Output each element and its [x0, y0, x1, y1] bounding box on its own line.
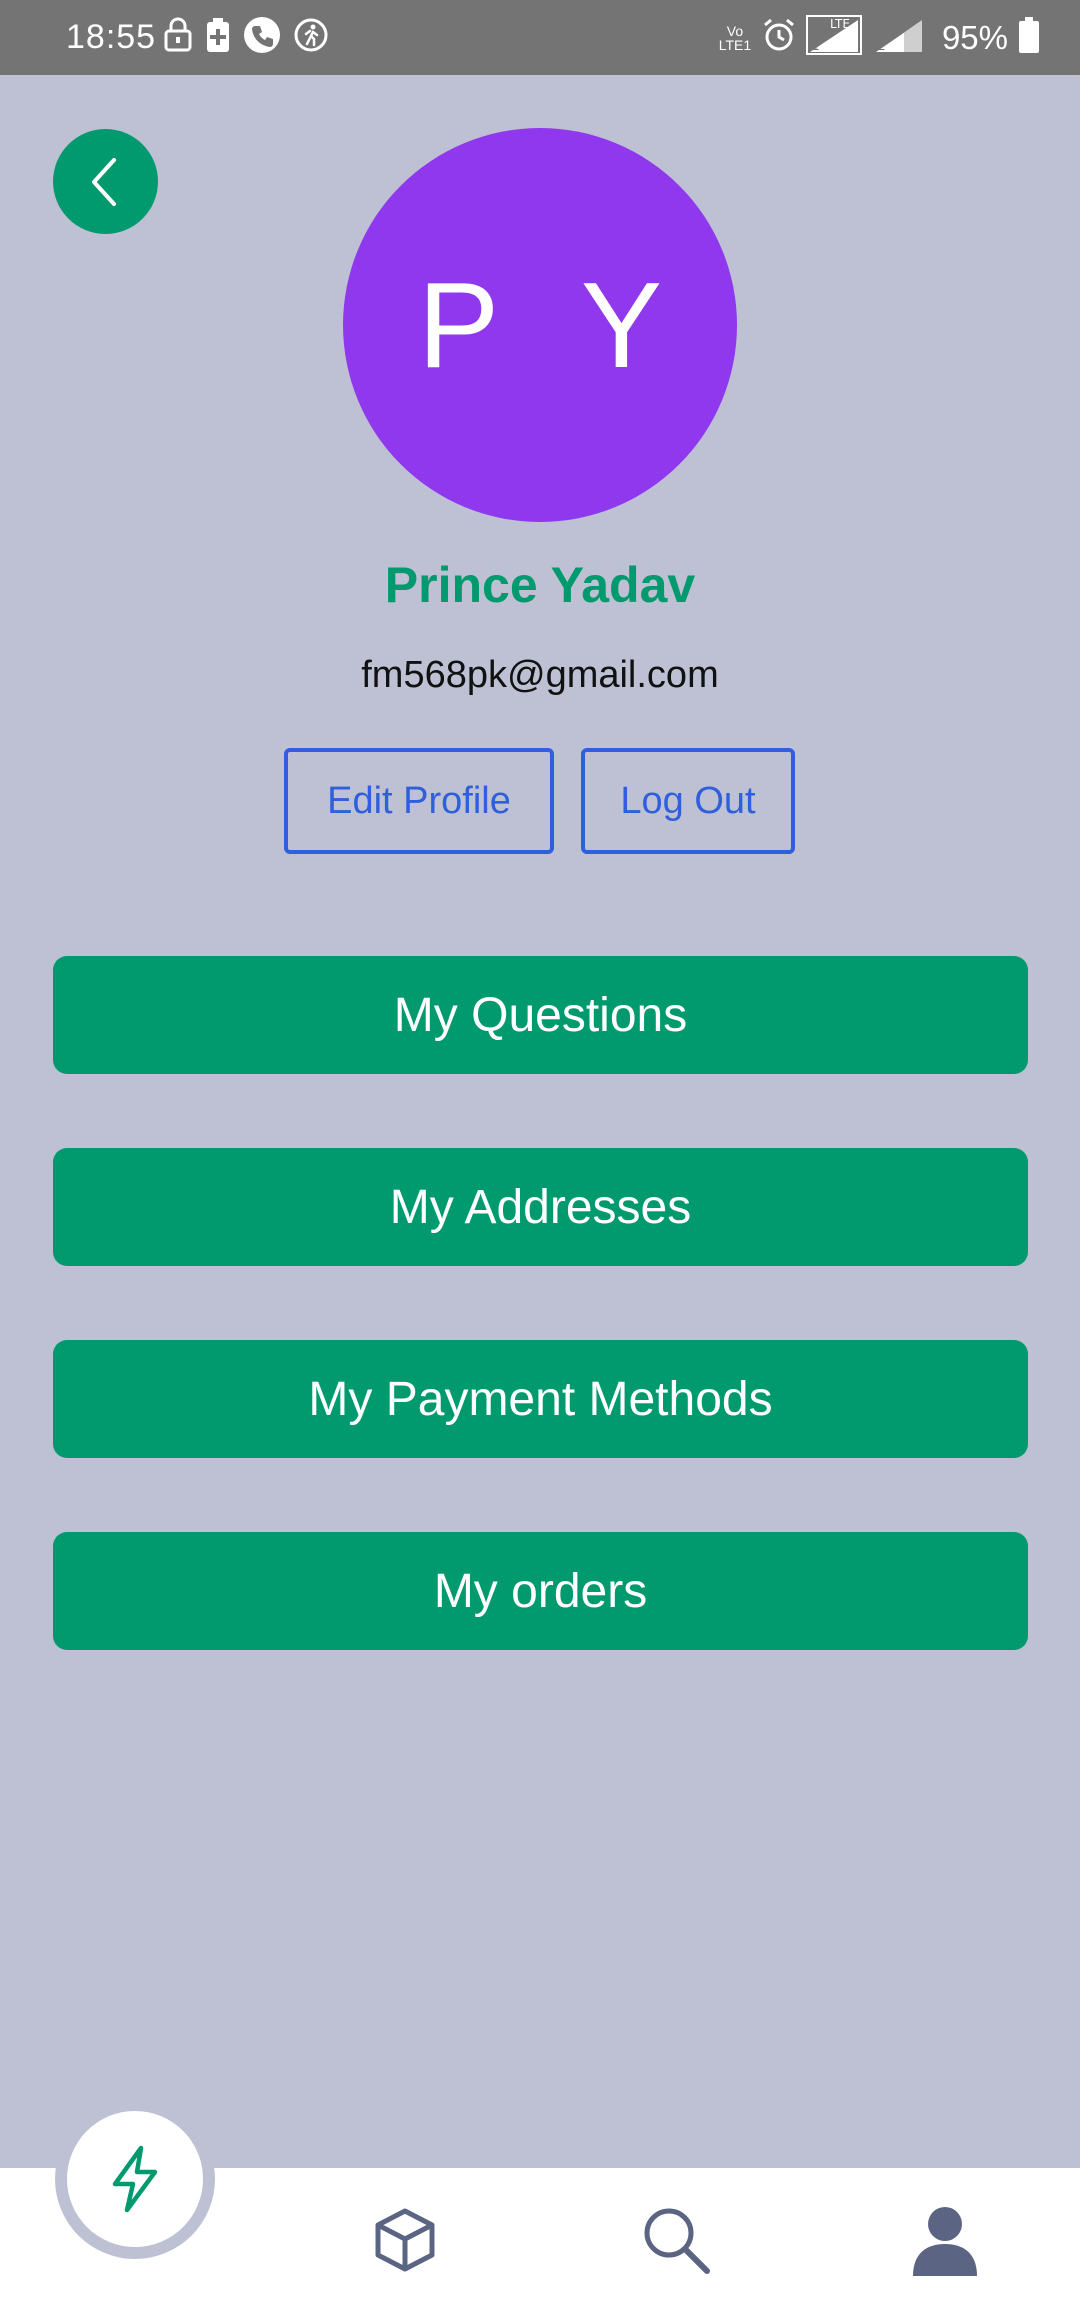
nav-search-button[interactable]: [636, 2200, 716, 2280]
volte-indicator: Vo LTE1: [718, 22, 752, 53]
battery-icon: [1018, 16, 1040, 59]
my-addresses-button[interactable]: My Addresses: [53, 1148, 1028, 1266]
battery-percent: 95%: [941, 18, 1008, 56]
status-system-icons: Vo LTE1 LTE 1 2 95%: [718, 14, 1040, 61]
log-out-button[interactable]: Log Out: [581, 748, 795, 854]
nav-lightning-button[interactable]: [67, 2111, 203, 2247]
user-icon: [913, 2207, 977, 2276]
box-icon: [375, 2208, 435, 2272]
profile-name: Prince Yadav: [384, 557, 696, 613]
lightning-icon: [112, 2145, 158, 2213]
activity-icon: [293, 17, 329, 58]
back-button[interactable]: [53, 129, 158, 234]
svg-text:2: 2: [878, 39, 886, 53]
my-questions-button[interactable]: My Questions: [53, 956, 1028, 1074]
signal-sim2-icon: 2: [874, 16, 926, 59]
avatar: P Y: [343, 128, 737, 522]
my-payment-methods-button[interactable]: My Payment Methods: [53, 1340, 1028, 1458]
signal-sim1-icon: LTE 1: [805, 14, 864, 61]
svg-text:1: 1: [812, 39, 820, 53]
profile-email: fm568pk@gmail.com: [361, 654, 719, 696]
my-orders-button[interactable]: My orders: [53, 1532, 1028, 1650]
search-icon: [644, 2208, 710, 2274]
edit-profile-button[interactable]: Edit Profile: [284, 748, 554, 854]
battery-saver-icon: [205, 17, 231, 58]
chevron-left-icon: [91, 157, 116, 206]
status-bar: 18:55 Vo LTE1 LTE 1 2 95%: [0, 0, 1080, 75]
svg-text:LTE: LTE: [830, 17, 850, 31]
lock-icon: [163, 17, 193, 58]
nav-box-button[interactable]: [365, 2200, 445, 2280]
status-time: 18:55: [66, 18, 157, 56]
status-notification-icons: [163, 16, 329, 59]
phone-call-icon: [243, 16, 281, 59]
nav-profile-button[interactable]: [905, 2200, 985, 2280]
alarm-icon: [762, 17, 796, 58]
